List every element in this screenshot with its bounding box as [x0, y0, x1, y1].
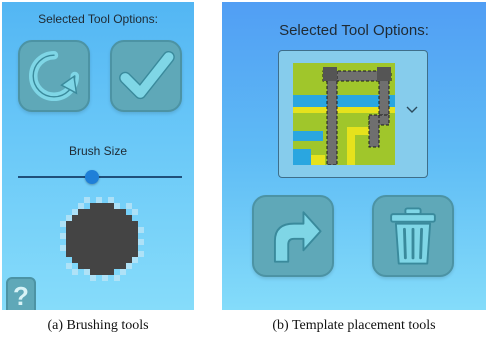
panel-a-title: Selected Tool Options: — [38, 12, 158, 26]
brush-halo-cell — [72, 209, 78, 215]
chevron-down-icon — [406, 106, 418, 113]
brush-size-label: Brush Size — [68, 144, 128, 158]
brush-halo-cell — [66, 263, 72, 269]
help-button[interactable]: ? — [6, 277, 36, 310]
brush-halo-cell — [102, 275, 108, 281]
caption-b: (b) Template placement tools — [272, 318, 436, 333]
panel-template-placement-tools: Selected Tool Options: — [222, 2, 486, 310]
brush-halo-cell — [114, 203, 120, 209]
brush-halo-cell — [84, 197, 90, 203]
brush-halo-cell — [60, 245, 66, 251]
figure: Selected Tool Options: Brush Size ? Sele… — [0, 0, 486, 343]
brush-halo-cell — [60, 221, 66, 227]
panel-b-title: Selected Tool Options: — [279, 22, 429, 39]
place-template-button[interactable] — [252, 195, 334, 277]
confirm-button[interactable] — [110, 40, 182, 112]
brush-halo-cell — [90, 275, 96, 281]
brush-halo-cell — [126, 203, 132, 209]
panel-brushing-tools: Selected Tool Options: Brush Size ? — [2, 2, 194, 310]
delete-template-button[interactable] — [372, 195, 454, 277]
brush-halo-cell — [120, 269, 126, 275]
brush-halo-cell — [78, 203, 84, 209]
brush-size-slider-track[interactable] — [18, 176, 182, 178]
brush-halo-cell — [108, 197, 114, 203]
brush-halo-cell — [84, 269, 90, 275]
brush-halo-cell — [60, 233, 66, 239]
brush-halo-cell — [126, 263, 132, 269]
brush-halo-cell — [138, 227, 144, 233]
brush-halo-cell — [72, 269, 78, 275]
brush-preview — [60, 197, 144, 281]
brush-halo-cell — [114, 275, 120, 281]
brush-size-slider-thumb[interactable] — [84, 170, 99, 184]
brush-halo-cell — [138, 251, 144, 257]
brush-halo-cell — [138, 239, 144, 245]
trash-icon — [390, 207, 436, 265]
rotate-arrow-icon — [29, 50, 80, 101]
brush-halo-cell — [66, 215, 72, 221]
brush-halo-cell — [132, 209, 138, 215]
check-icon — [119, 50, 175, 100]
question-mark-icon: ? — [13, 281, 29, 310]
caption-a: (a) Brushing tools — [47, 318, 149, 333]
brush-halo-cell — [132, 257, 138, 263]
template-thumbnail — [293, 63, 395, 165]
brush-halo-cell — [96, 197, 102, 203]
template-dropdown[interactable] — [278, 50, 428, 178]
rotate-button[interactable] — [18, 40, 90, 112]
curved-arrow-icon — [273, 211, 322, 263]
